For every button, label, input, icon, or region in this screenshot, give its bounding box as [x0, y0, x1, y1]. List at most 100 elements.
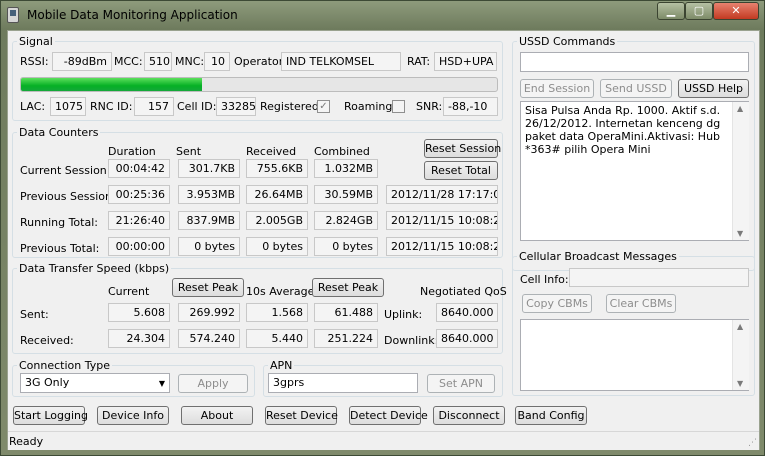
disconnect-button[interactable]: Disconnect: [433, 406, 505, 425]
snr-label: SNR:: [416, 100, 443, 113]
row-label: Previous Session:: [20, 190, 116, 203]
row-combined: 30.59MB: [314, 185, 378, 204]
scroll-down-icon[interactable]: ▼: [737, 229, 743, 238]
downlink-label: Downlink:: [384, 334, 439, 347]
row-received: 755.6KB: [246, 159, 308, 178]
row-combined: 2.824GB: [314, 211, 378, 230]
scroll-up-icon[interactable]: ▲: [737, 104, 743, 113]
row-received: 0 bytes: [246, 237, 308, 256]
row-date: 2012/11/15 10:08:24: [386, 211, 498, 230]
row-duration: 00:25:36: [108, 185, 170, 204]
snr-value: -88,-10: [443, 97, 498, 116]
apn-legend: APN: [270, 359, 293, 372]
maximize-button[interactable]: ▢: [685, 2, 713, 20]
connection-type-select[interactable]: 3G Only ▼: [20, 373, 170, 393]
scroll-up-icon[interactable]: ▲: [737, 322, 743, 331]
scroll-down-icon[interactable]: ▼: [737, 379, 743, 388]
phone-icon: [7, 7, 19, 23]
mcc-label: MCC:: [114, 55, 143, 68]
rat-value: HSD+UPA: [434, 52, 497, 71]
uplink-label: Uplink:: [384, 308, 423, 321]
connection-type-legend: Connection Type: [19, 359, 111, 372]
sent-average-peak: 61.488: [314, 303, 378, 322]
set-apn-button[interactable]: Set APN: [427, 374, 495, 393]
cbm-messages-box[interactable]: [520, 319, 749, 391]
row-sent: 837.9MB: [178, 211, 240, 230]
reset-peak-button[interactable]: Reset Peak: [172, 278, 244, 297]
operator-label: Operator:: [234, 55, 287, 68]
operator-value: IND TELKOMSEL: [281, 52, 401, 71]
ussd-help-button[interactable]: USSD Help: [678, 79, 749, 98]
received-current: 24.304: [108, 329, 170, 348]
roaming-label: Roaming:: [344, 100, 397, 113]
app-window: Mobile Data Monitoring Application ▁ ▢ ✕…: [0, 0, 765, 456]
about-button[interactable]: About: [181, 406, 253, 425]
device-info-button[interactable]: Device Info: [97, 406, 169, 425]
send-ussd-button[interactable]: Send USSD: [600, 79, 672, 98]
reset-device-button[interactable]: Reset Device: [265, 406, 338, 425]
row-label: Current Session:: [20, 164, 111, 177]
average-header: 10s Average: [246, 285, 315, 298]
signal-strength-fill: [21, 78, 202, 91]
received-average-peak: 251.224: [314, 329, 378, 348]
detect-device-button[interactable]: Detect Device: [349, 406, 428, 425]
sent-header: Sent: [176, 145, 202, 158]
received-speed-label: Received:: [20, 334, 74, 347]
lac-value: 1075: [50, 97, 86, 116]
signal-legend: Signal: [19, 35, 53, 48]
clear-cbms-button[interactable]: Clear CBMs: [606, 294, 676, 313]
title-bar[interactable]: Mobile Data Monitoring Application ▁ ▢ ✕: [1, 1, 764, 29]
row-duration: 00:00:00: [108, 237, 170, 256]
apply-button[interactable]: Apply: [178, 374, 248, 393]
cell-id-label: Cell ID:: [177, 100, 217, 113]
speed-legend: Data Transfer Speed (kbps): [19, 262, 170, 275]
row-combined: 0 bytes: [314, 237, 378, 256]
duration-header: Duration: [108, 145, 156, 158]
ussd-response-box[interactable]: Sisa Pulsa Anda Rp. 1000. Aktif s.d. 26/…: [520, 101, 749, 241]
sent-current: 5.608: [108, 303, 170, 322]
window-title: Mobile Data Monitoring Application: [27, 8, 238, 22]
ussd-scrollbar[interactable]: ▲ ▼: [732, 102, 749, 240]
registered-label: Registered:: [260, 100, 323, 113]
resize-grip-icon[interactable]: ⋰: [748, 438, 757, 448]
signal-strength-bar: [20, 77, 498, 92]
apn-input[interactable]: 3gprs: [268, 373, 418, 393]
row-received: 2.005GB: [246, 211, 308, 230]
row-sent: 0 bytes: [178, 237, 240, 256]
row-label: Previous Total:: [20, 242, 100, 255]
status-bar: Ready ⋰: [8, 431, 759, 450]
cell-info-value: [569, 268, 749, 287]
copy-cbms-button[interactable]: Copy CBMs: [522, 294, 592, 313]
minimize-button[interactable]: ▁: [657, 2, 685, 20]
cbm-scrollbar[interactable]: ▲ ▼: [732, 320, 749, 390]
connection-type-value: 3G Only: [25, 376, 70, 389]
start-logging-button[interactable]: Start Logging: [13, 406, 88, 425]
sent-peak: 269.992: [178, 303, 240, 322]
cell-id-value: 33285: [216, 97, 256, 116]
close-button[interactable]: ✕: [713, 2, 759, 20]
reset-avg-peak-button[interactable]: Reset Peak: [312, 278, 384, 297]
ussd-input[interactable]: [520, 52, 749, 72]
sent-average: 1.568: [246, 303, 308, 322]
row-label: Running Total:: [20, 216, 98, 229]
rnc-label: RNC ID:: [90, 100, 133, 113]
status-text: Ready: [9, 435, 44, 448]
uplink-value: 8640.000: [436, 303, 498, 322]
reset-total-button[interactable]: Reset Total: [424, 161, 498, 180]
cbm-legend: Cellular Broadcast Messages: [519, 250, 677, 263]
received-header: Received: [246, 145, 297, 158]
sent-speed-label: Sent:: [20, 308, 49, 321]
mcc-value: 510: [144, 52, 172, 71]
downlink-value: 8640.000: [436, 329, 498, 348]
row-received: 26.64MB: [246, 185, 308, 204]
band-config-button[interactable]: Band Config: [515, 406, 587, 425]
received-average: 5.440: [246, 329, 308, 348]
rnc-value: 157: [134, 97, 174, 116]
current-header: Current: [108, 285, 150, 298]
mnc-label: MNC:: [175, 55, 205, 68]
row-sent: 301.7KB: [178, 159, 240, 178]
row-combined: 1.032MB: [314, 159, 378, 178]
dropdown-arrow-icon: ▼: [158, 379, 165, 388]
reset-session-button[interactable]: Reset Session: [424, 139, 501, 158]
end-session-button[interactable]: End Session: [520, 79, 594, 98]
